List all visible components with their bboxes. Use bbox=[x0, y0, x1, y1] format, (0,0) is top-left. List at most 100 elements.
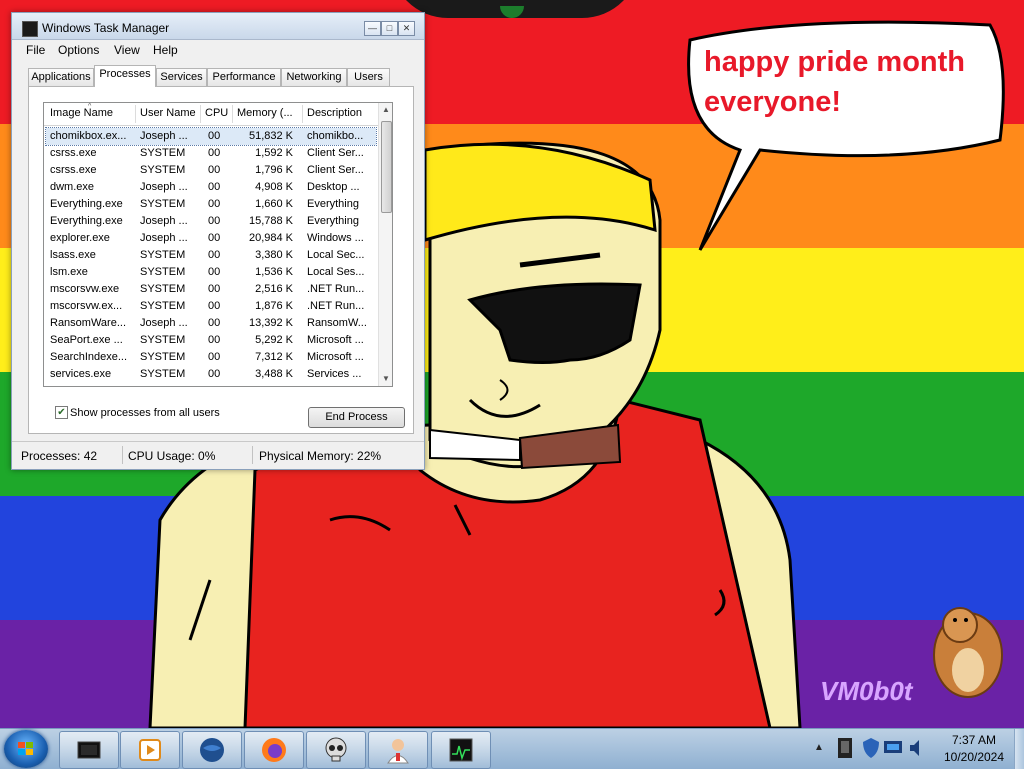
taskbar-button-globe[interactable] bbox=[182, 731, 242, 769]
status-bar: Processes: 42 CPU Usage: 0% Physical Mem… bbox=[12, 441, 424, 468]
scroll-down-icon[interactable]: ▼ bbox=[379, 372, 392, 386]
tray-device-icon[interactable] bbox=[834, 735, 856, 761]
close-button[interactable]: ✕ bbox=[398, 21, 415, 36]
process-row[interactable]: csrss.exe SYSTEM 00 1,796 K Client Ser... bbox=[46, 162, 376, 179]
watermark-text: VM0b0t bbox=[820, 676, 913, 706]
process-image-cell: lsm.exe bbox=[50, 266, 88, 278]
tab-services[interactable]: Services bbox=[156, 68, 207, 86]
process-image-cell: csrss.exe bbox=[50, 164, 97, 176]
sort-arrow-icon: ^ bbox=[88, 103, 92, 110]
skull-icon bbox=[325, 737, 347, 762]
process-row[interactable]: explorer.exe Joseph ... 00 20,984 K Windows … bbox=[46, 230, 376, 247]
windows-logo-icon bbox=[18, 742, 33, 755]
tray-network-icon[interactable] bbox=[882, 735, 904, 761]
process-description-cell: Everything bbox=[307, 198, 359, 210]
process-row[interactable]: SearchIndexe... SYSTEM 00 7,312 K Microsoft … bbox=[46, 349, 376, 366]
title-bar[interactable]: Windows Task Manager — □ ✕ bbox=[12, 13, 424, 40]
media-player-icon bbox=[139, 739, 161, 761]
taskbar-button-media-player[interactable] bbox=[120, 731, 180, 769]
process-row[interactable]: Everything.exe SYSTEM 00 1,660 K Everything bbox=[46, 196, 376, 213]
process-row[interactable]: csrss.exe SYSTEM 00 1,592 K Client Ser... bbox=[46, 145, 376, 162]
scrollbar-thumb[interactable] bbox=[381, 121, 392, 213]
process-cpu-cell: 00 bbox=[208, 232, 221, 244]
process-user-cell: SYSTEM bbox=[140, 300, 186, 312]
process-memory-cell: 7,312 K bbox=[255, 351, 293, 363]
process-memory-cell: 51,832 K bbox=[248, 130, 293, 142]
process-list[interactable]: Image Name ^ User Name CPU Memory (... D… bbox=[43, 102, 393, 387]
process-cpu-cell: 00 bbox=[208, 317, 221, 329]
show-all-users-checkbox[interactable]: ✔ bbox=[55, 406, 68, 419]
process-description-cell: chomikbo... bbox=[307, 130, 364, 142]
tab-networking[interactable]: Networking bbox=[281, 68, 347, 86]
task-manager-icon bbox=[449, 738, 473, 762]
process-row[interactable]: SeaPort.exe ... SYSTEM 00 5,292 K Microsoft … bbox=[46, 332, 376, 349]
process-user-cell: Joseph ... bbox=[140, 317, 188, 329]
taskbar-button-task-manager[interactable] bbox=[431, 731, 491, 769]
menu-view[interactable]: View bbox=[114, 43, 140, 57]
processes-panel: Image Name ^ User Name CPU Memory (... D… bbox=[28, 86, 414, 434]
scroll-up-icon[interactable]: ▲ bbox=[379, 103, 392, 117]
clock-date[interactable]: 10/20/2024 bbox=[936, 750, 1012, 764]
vertical-scrollbar[interactable]: ▲ ▼ bbox=[378, 103, 392, 386]
process-image-cell: Everything.exe bbox=[50, 215, 123, 227]
taskbar-button-computer[interactable] bbox=[59, 731, 119, 769]
column-description[interactable]: Description bbox=[307, 107, 373, 119]
process-description-cell: Microsoft ... bbox=[307, 334, 364, 346]
process-description-cell: Windows ... bbox=[307, 232, 364, 244]
start-button[interactable] bbox=[4, 730, 48, 768]
status-cpu-usage: CPU Usage: 0% bbox=[128, 449, 216, 463]
process-description-cell: Client Ser... bbox=[307, 147, 364, 159]
process-user-cell: SYSTEM bbox=[140, 164, 186, 176]
status-processes: Processes: 42 bbox=[21, 449, 98, 463]
process-image-cell: mscorsvw.exe bbox=[50, 283, 120, 295]
process-memory-cell: 1,592 K bbox=[255, 147, 293, 159]
process-row[interactable]: mscorsvw.exe SYSTEM 00 2,516 K .NET Run... bbox=[46, 281, 376, 298]
tab-applications[interactable]: Applications bbox=[28, 68, 94, 86]
process-memory-cell: 3,488 K bbox=[255, 368, 293, 380]
tray-shield-icon[interactable] bbox=[860, 735, 882, 761]
process-row[interactable]: RansomWare... Joseph ... 00 13,392 K RansomW… bbox=[46, 315, 376, 332]
process-cpu-cell: 00 bbox=[208, 198, 221, 210]
tray-expand-icon[interactable]: ▲ bbox=[814, 742, 824, 753]
tab-users[interactable]: Users bbox=[347, 68, 390, 86]
menu-help[interactable]: Help bbox=[153, 43, 178, 57]
menu-options[interactable]: Options bbox=[58, 43, 99, 57]
process-user-cell: Joseph ... bbox=[140, 215, 188, 227]
column-user-name[interactable]: User Name bbox=[140, 107, 198, 119]
taskbar-button-skull[interactable] bbox=[306, 731, 366, 769]
taskbar-button-firefox[interactable] bbox=[244, 731, 304, 769]
process-cpu-cell: 00 bbox=[208, 266, 221, 278]
list-header: Image Name ^ User Name CPU Memory (... D… bbox=[44, 103, 378, 126]
taskbar-button-doctor[interactable] bbox=[368, 731, 428, 769]
process-row[interactable]: Everything.exe Joseph ... 00 15,788 K Everyt… bbox=[46, 213, 376, 230]
process-description-cell: Client Ser... bbox=[307, 164, 364, 176]
column-memory[interactable]: Memory (... bbox=[237, 107, 299, 119]
tray-volume-icon[interactable] bbox=[906, 735, 928, 761]
show-desktop-button[interactable] bbox=[1014, 729, 1024, 769]
end-process-button[interactable]: End Process bbox=[308, 407, 405, 428]
clock-time[interactable]: 7:37 AM bbox=[936, 733, 1012, 747]
process-memory-cell: 4,908 K bbox=[255, 181, 293, 193]
minimize-button[interactable]: — bbox=[364, 21, 381, 36]
menu-bar: File Options View Help bbox=[12, 40, 424, 60]
process-row[interactable]: chomikbox.ex... Joseph ... 00 51,832 K chomi… bbox=[45, 127, 377, 146]
tab-processes[interactable]: Processes bbox=[94, 65, 156, 87]
process-description-cell: Local Sec... bbox=[307, 249, 365, 261]
process-cpu-cell: 00 bbox=[208, 249, 221, 261]
process-row[interactable]: lsass.exe SYSTEM 00 3,380 K Local Sec... bbox=[46, 247, 376, 264]
process-description-cell: RansomW... bbox=[307, 317, 367, 329]
tab-performance[interactable]: Performance bbox=[207, 68, 281, 86]
process-cpu-cell: 00 bbox=[208, 147, 221, 159]
process-row[interactable]: mscorsvw.ex... SYSTEM 00 1,876 K .NET Run... bbox=[46, 298, 376, 315]
process-user-cell: SYSTEM bbox=[140, 249, 186, 261]
process-cpu-cell: 00 bbox=[208, 130, 221, 142]
column-cpu[interactable]: CPU bbox=[205, 107, 229, 119]
process-user-cell: Joseph ... bbox=[140, 130, 188, 142]
firefox-icon bbox=[262, 738, 286, 762]
process-row[interactable]: dwm.exe Joseph ... 00 4,908 K Desktop ... bbox=[46, 179, 376, 196]
process-row[interactable]: lsm.exe SYSTEM 00 1,536 K Local Ses... bbox=[46, 264, 376, 281]
menu-file[interactable]: File bbox=[26, 43, 45, 57]
process-row[interactable]: services.exe SYSTEM 00 3,488 K Services ... bbox=[46, 366, 376, 383]
process-user-cell: SYSTEM bbox=[140, 334, 186, 346]
maximize-button[interactable]: □ bbox=[381, 21, 398, 36]
